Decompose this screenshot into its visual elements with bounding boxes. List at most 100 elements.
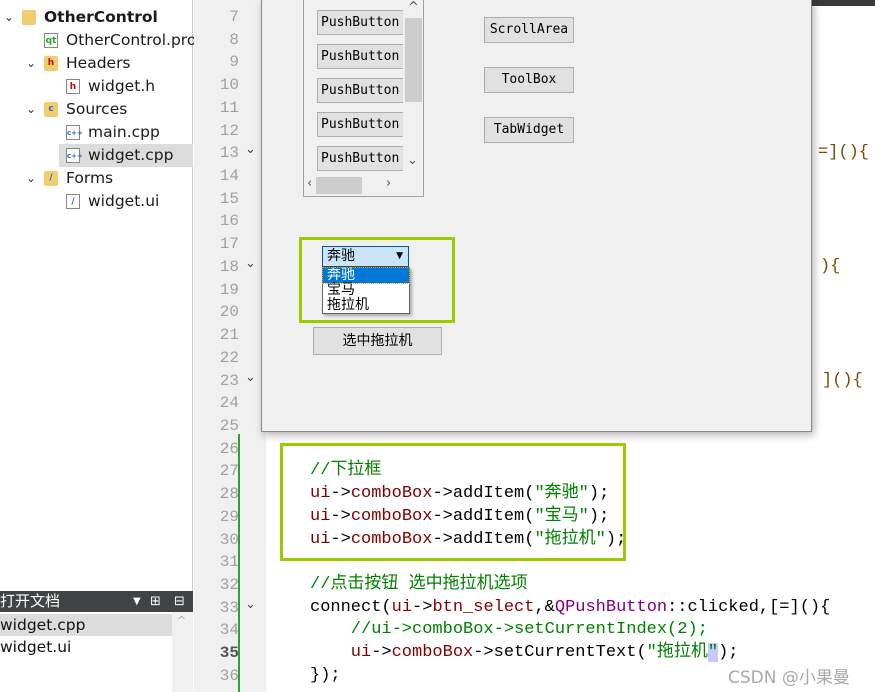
- push-button[interactable]: PushButton: [317, 10, 403, 35]
- open-document-item[interactable]: widget.cpp: [0, 614, 172, 636]
- scroll-left-icon[interactable]: ‹: [307, 176, 312, 191]
- chevron-down-icon[interactable]: ⌄: [4, 6, 14, 29]
- tree-item-label: Sources: [66, 100, 128, 118]
- code-line[interactable]: });: [310, 665, 341, 687]
- line-number: 17: [219, 235, 239, 254]
- combo-option[interactable]: 拖拉机: [323, 298, 409, 313]
- line-number: 9: [229, 53, 239, 72]
- pro-file-icon: qt: [44, 33, 58, 48]
- tree-item-label: OtherControl.pro: [66, 31, 197, 49]
- code-token: ,&: [534, 597, 555, 617]
- open-document-item[interactable]: widget.ui: [0, 636, 172, 658]
- cpp-file-icon: c++: [66, 148, 83, 163]
- line-number: 31: [219, 553, 239, 572]
- code-line[interactable]: ui->comboBox->setCurrentText("拖拉机");: [351, 642, 739, 664]
- code-line[interactable]: connect(ui->btn_select,&QPushButton::cli…: [310, 597, 830, 619]
- scroll-up-icon[interactable]: ^: [177, 614, 186, 627]
- tree-item[interactable]: / widget.ui: [0, 190, 193, 213]
- combo-current: 奔驰: [327, 248, 355, 264]
- line-number: 28: [219, 485, 239, 504]
- line-number: 35: [219, 644, 239, 663]
- scrollarea-button[interactable]: ScrollArea: [484, 17, 574, 43]
- tree-item[interactable]: ⌄ OtherControl: [0, 6, 193, 29]
- widget-preview-window: PushButton PushButton PushButton PushButton…: [261, 0, 812, 432]
- line-number: 36: [219, 666, 239, 685]
- tree-item-label: OtherControl: [44, 8, 158, 26]
- chevron-down-icon[interactable]: ⌄: [26, 98, 36, 121]
- push-button[interactable]: PushButton: [317, 112, 403, 137]
- code-fragment: ){: [820, 256, 841, 276]
- tree-item[interactable]: ⌄ c Sources: [0, 98, 193, 121]
- dropdown-icon[interactable]: ▼: [133, 591, 141, 612]
- line-number: 23: [219, 371, 239, 390]
- scroll-up-icon[interactable]: ^: [408, 0, 419, 15]
- combo-dropdown-list: 奔驰 宝马 拖拉机: [322, 267, 410, 314]
- tree-item[interactable]: ⌄ h Headers: [0, 52, 193, 75]
- line-number: 30: [219, 530, 239, 549]
- code-token: ->: [412, 597, 433, 617]
- header-file-icon: h: [66, 79, 80, 94]
- scroll-down-icon[interactable]: ⌄: [407, 153, 418, 168]
- tree-item-label: Headers: [66, 54, 131, 72]
- ui-file-icon: /: [66, 194, 80, 209]
- tree-item[interactable]: c++ main.cpp: [0, 121, 193, 144]
- vertical-scrollbar[interactable]: ^ ⌄: [403, 0, 423, 175]
- tree-item[interactable]: ⌄ / Forms: [0, 167, 193, 190]
- line-number: 18: [219, 257, 239, 276]
- dropdown-arrow-icon[interactable]: ▼: [396, 247, 403, 266]
- push-button[interactable]: PushButton: [317, 78, 403, 103]
- project-sidebar: ⌄ OtherControl qt OtherControl.pro ⌄ h Headers…: [0, 0, 197, 692]
- line-number: 32: [219, 576, 239, 594]
- code-token: ::clicked,[=](){: [667, 597, 831, 617]
- chevron-down-icon[interactable]: ⌄: [26, 167, 36, 190]
- tree-item[interactable]: qt OtherControl.pro: [0, 29, 197, 52]
- push-button[interactable]: PushButton: [317, 44, 403, 69]
- code-line[interactable]: //ui->comboBox->setCurrentIndex(2);: [351, 619, 708, 641]
- code-fragment: ](){: [822, 370, 863, 390]
- watermark: CSDN @小果曼: [728, 668, 850, 688]
- tabwidget-button[interactable]: TabWidget: [484, 117, 574, 143]
- combo-option[interactable]: 宝马: [323, 283, 409, 298]
- combo-box[interactable]: 奔驰 ▼: [322, 246, 409, 267]
- code-fragment: =](){: [818, 143, 870, 163]
- chevron-down-icon[interactable]: ⌄: [26, 52, 36, 75]
- line-number: 10: [219, 76, 239, 95]
- toolbox-button[interactable]: ToolBox: [484, 67, 574, 93]
- fold-arrow-icon[interactable]: ⌄: [245, 597, 256, 612]
- select-tractor-button[interactable]: 选中拖拉机: [313, 327, 442, 355]
- line-number: 13: [219, 144, 239, 163]
- combo-option[interactable]: 奔驰: [322, 267, 410, 284]
- fold-arrow-icon[interactable]: ⌄: [245, 370, 256, 385]
- line-number: 26: [219, 439, 239, 458]
- code-highlight-box: [280, 443, 626, 561]
- tree-item-label: Forms: [66, 169, 114, 187]
- line-number: 27: [219, 462, 239, 481]
- tree-item[interactable]: h widget.h: [0, 75, 193, 98]
- line-number: 25: [219, 416, 239, 435]
- line-number: 33: [219, 598, 239, 617]
- code-token: );: [718, 643, 739, 663]
- horizontal-scrollbar[interactable]: ‹ ›: [304, 175, 404, 196]
- code-token: });: [310, 665, 341, 685]
- scroll-area[interactable]: PushButton PushButton PushButton PushButton…: [303, 0, 424, 197]
- top-bar: [812, 0, 875, 6]
- scrollbar-thumb[interactable]: [316, 177, 362, 194]
- docs-scrollbar[interactable]: ^: [172, 612, 193, 692]
- scroll-right-icon[interactable]: ›: [386, 176, 391, 191]
- cpp-file-icon: c++: [66, 125, 83, 140]
- code-token: comboBox: [391, 643, 474, 663]
- tree-item[interactable]: c++ widget.cpp: [59, 144, 193, 167]
- line-number: 14: [219, 167, 239, 186]
- tree-item-label: widget.cpp: [88, 146, 174, 164]
- code-line[interactable]: //点击按钮 选中拖拉机选项: [310, 574, 528, 596]
- sources-folder-icon: c: [44, 102, 58, 117]
- code-token: ->: [371, 643, 392, 663]
- close-pane-icon[interactable]: ⊟: [174, 591, 185, 612]
- fold-arrow-icon[interactable]: ⌄: [245, 256, 256, 271]
- split-icon[interactable]: ⊞: [150, 591, 161, 612]
- code-token: //ui->comboBox->setCurrentIndex(2);: [350, 620, 708, 640]
- push-button[interactable]: PushButton: [317, 146, 403, 171]
- scrollbar-thumb[interactable]: [405, 18, 422, 102]
- tree-item-label: widget.ui: [88, 192, 160, 210]
- fold-arrow-icon[interactable]: ⌄: [245, 142, 256, 157]
